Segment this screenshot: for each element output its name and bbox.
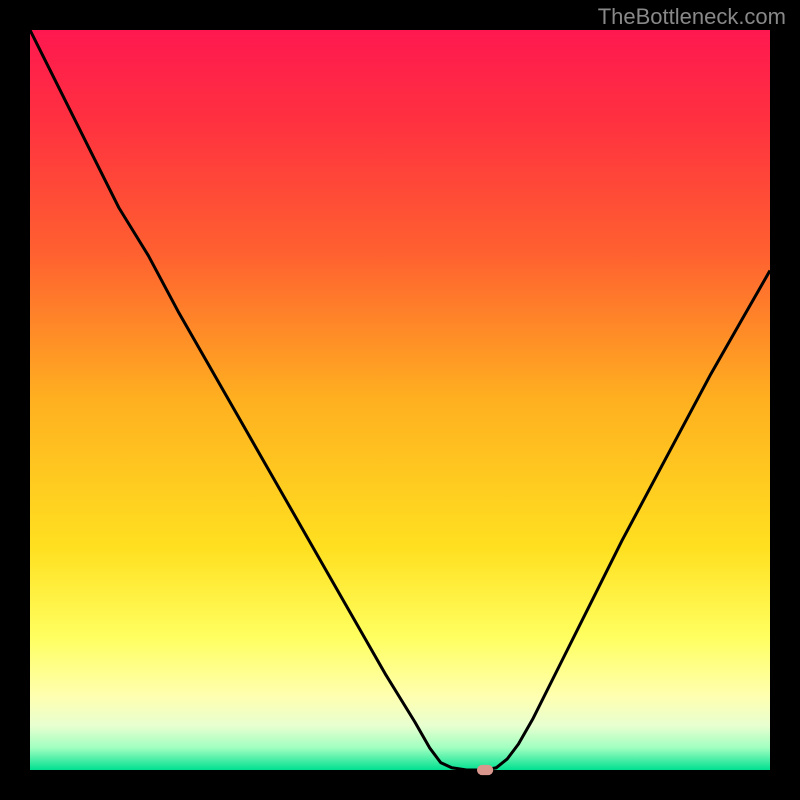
- bottleneck-chart: [0, 0, 800, 800]
- watermark: TheBottleneck.com: [598, 4, 786, 30]
- optimal-marker: [477, 765, 493, 775]
- chart-container: TheBottleneck.com: [0, 0, 800, 800]
- plot-background: [30, 30, 770, 770]
